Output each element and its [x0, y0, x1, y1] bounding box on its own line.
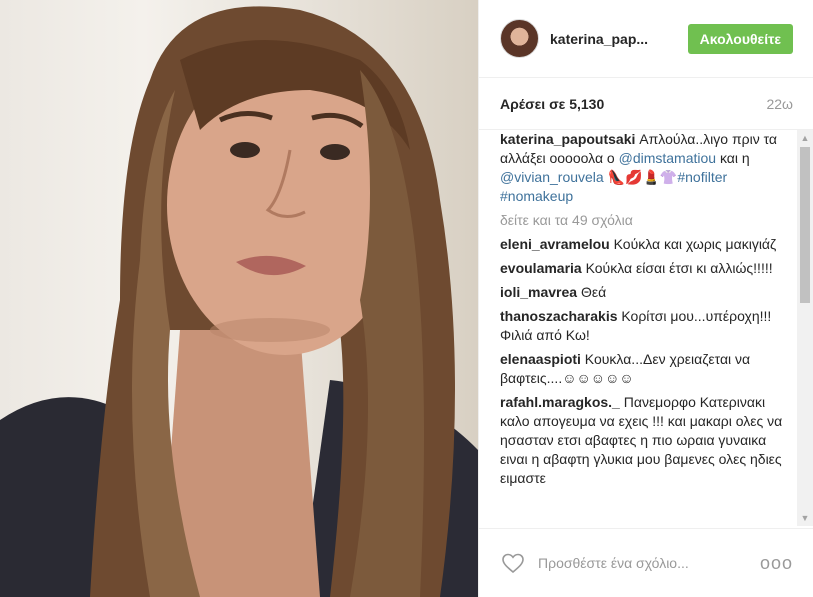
comment-username[interactable]: eleni_avramelou [500, 236, 610, 252]
avatar[interactable] [500, 19, 539, 58]
post-header: katerina_pap... Ακολουθείτε [479, 0, 813, 78]
caption-text-2: και η [716, 150, 750, 166]
hashtag-link[interactable]: #nomakeup [500, 188, 573, 204]
comment-footer: ooo [479, 528, 813, 597]
post-time[interactable]: 22ω [766, 96, 793, 112]
comment-item: elenaaspioti Κουκλα...Δεν χρειαζεται να … [500, 350, 797, 388]
comment-username[interactable]: ioli_mavrea [500, 284, 577, 300]
more-options-icon[interactable]: ooo [760, 553, 793, 574]
caption-text-3: 👠💋💄👚 [603, 169, 678, 185]
comment-username[interactable]: evoulamaria [500, 260, 582, 276]
view-all-comments-link[interactable]: δείτε και τα 49 σχόλια [500, 211, 797, 230]
comment-username[interactable]: rafahl.maragkos._ [500, 394, 620, 410]
username-link[interactable]: katerina_pap... [550, 31, 688, 47]
post-details-panel: katerina_pap... Ακολουθείτε Αρέσει σε 5,… [478, 0, 813, 597]
post-photo[interactable] [0, 0, 478, 597]
instagram-post-window: katerina_pap... Ακολουθείτε Αρέσει σε 5,… [0, 0, 813, 597]
scroll-down-icon[interactable]: ▼ [797, 510, 813, 526]
caption-username[interactable]: katerina_papoutsaki [500, 131, 635, 147]
comment-text: Κούκλα είσαι έτσι κι αλλιώς!!!!! [581, 260, 773, 276]
following-button[interactable]: Ακολουθείτε [687, 23, 793, 54]
add-comment-input[interactable] [536, 554, 760, 572]
comments-list[interactable]: katerina_papoutsaki Απλούλα..λιγο πριν τ… [500, 130, 797, 526]
heart-icon[interactable] [501, 551, 525, 575]
comment-text: Κούκλα και χωρις μακιγιάζ [609, 236, 777, 252]
likes-count[interactable]: Αρέσει σε 5,130 [500, 96, 604, 112]
caption: katerina_papoutsaki Απλούλα..λιγο πριν τ… [500, 130, 797, 206]
hashtag-link[interactable]: #nofilter [677, 169, 727, 185]
comment-item: rafahl.maragkos._ Πανεμορφο Κατερινακι κ… [500, 393, 797, 488]
comment-item: eleni_avramelou Κούκλα και χωρις μακιγιά… [500, 235, 797, 254]
scroll-up-icon[interactable]: ▲ [797, 130, 813, 146]
mention-link[interactable]: @vivian_rouvela [500, 169, 604, 185]
likes-row: Αρέσει σε 5,130 22ω [479, 78, 813, 130]
comment-item: evoulamaria Κούκλα είσαι έτσι κι αλλιώς!… [500, 259, 797, 278]
mention-link[interactable]: @dimstamatiou [619, 150, 716, 166]
comment-text: Θεά [577, 284, 607, 300]
comment-username[interactable]: elenaaspioti [500, 351, 581, 367]
scrollbar-thumb[interactable] [800, 147, 810, 303]
comment-item: thanoszacharakis Κορίτσι μου...υπέροχη!!… [500, 307, 797, 345]
comment-username[interactable]: thanoszacharakis [500, 308, 618, 324]
comment-item: ioli_mavrea Θεά [500, 283, 797, 302]
post-photo-illustration [0, 6, 478, 597]
comments-scrollbar[interactable]: ▲ ▼ [797, 130, 813, 526]
